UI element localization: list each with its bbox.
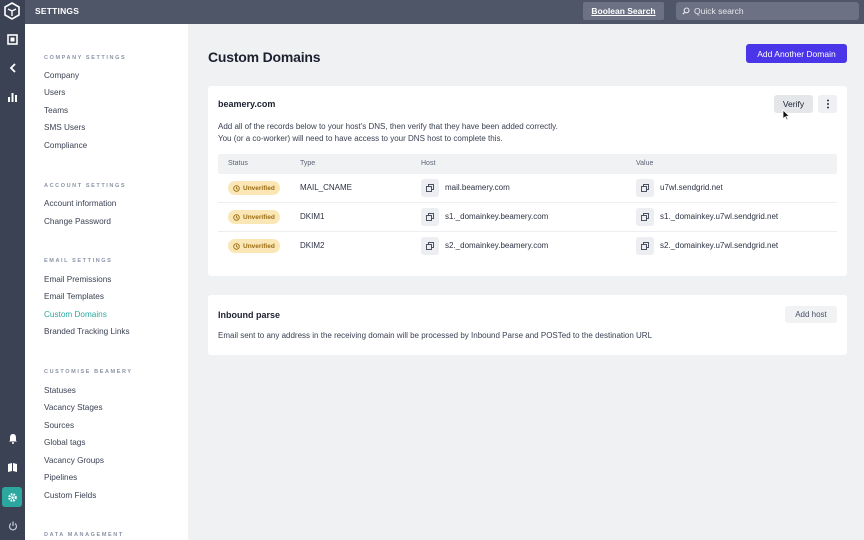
instructions-line-2: You (or a co-worker) will need to have a…	[218, 134, 503, 143]
section-title-company-settings: COMPANY SETTINGS	[44, 55, 127, 61]
sidebar-item-statuses[interactable]: Statuses	[44, 386, 76, 395]
analytics-button[interactable]	[0, 85, 25, 110]
status-badge: Unverified	[228, 239, 280, 253]
more-options-button[interactable]	[818, 95, 837, 113]
record-type: DKIM2	[300, 241, 325, 250]
copy-icon	[426, 184, 434, 192]
status-badge: Unverified	[228, 210, 280, 224]
quick-search-box[interactable]	[676, 2, 859, 20]
copy-value-button[interactable]	[636, 208, 654, 226]
logout-button[interactable]	[0, 513, 25, 538]
quick-search-input[interactable]	[694, 6, 854, 16]
collapse-chevron-icon	[9, 62, 16, 73]
sidebar-item-users[interactable]: Users	[44, 88, 65, 97]
domain-name: beamery.com	[218, 99, 276, 109]
clock-icon	[233, 184, 240, 192]
sidebar-item-vacancy-groups[interactable]: Vacancy Groups	[44, 456, 104, 465]
section-title-account-settings: ACCOUNT SETTINGS	[44, 183, 127, 189]
main-content: Custom Domains Add Another Domain beamer…	[188, 24, 864, 540]
power-icon	[8, 521, 17, 530]
clock-icon	[233, 242, 240, 250]
sidebar-item-custom-fields[interactable]: Custom Fields	[44, 491, 96, 500]
record-type: DKIM1	[300, 212, 325, 221]
add-host-button[interactable]: Add host	[785, 306, 837, 323]
copy-icon	[641, 242, 649, 250]
more-vertical-icon	[826, 99, 829, 109]
column-status: Status	[228, 160, 248, 167]
record-host: mail.beamery.com	[445, 183, 510, 192]
sidebar-item-email-premissions[interactable]: Email Premissions	[44, 275, 111, 284]
collapse-button[interactable]	[0, 55, 25, 80]
sidebar-item-change-password[interactable]: Change Password	[44, 217, 111, 226]
column-host: Host	[421, 160, 436, 167]
sidebar-item-vacancy-stages[interactable]: Vacancy Stages	[44, 403, 103, 412]
gear-icon	[7, 492, 17, 502]
table-row: Unverified DKIM1 s1._domainkey.beamery.c…	[218, 203, 837, 232]
sidebar-item-sms-users[interactable]: SMS Users	[44, 123, 85, 132]
sidebar-item-custom-domains[interactable]: Custom Domains	[44, 310, 107, 319]
clock-icon	[233, 213, 240, 221]
book-icon	[8, 462, 17, 472]
inbound-parse-card: Inbound parse Add host Email sent to any…	[208, 295, 847, 355]
section-title-customise-beamery: CUSTOMISE BEAMERY	[44, 369, 133, 375]
sidebar-item-global-tags[interactable]: Global tags	[44, 438, 85, 447]
copy-host-button[interactable]	[421, 237, 439, 255]
app-rail	[0, 0, 25, 540]
page-section-title: SETTINGS	[35, 6, 80, 16]
table-row: Unverified DKIM2 s2._domainkey.beamery.c…	[218, 232, 837, 261]
copy-icon	[426, 213, 434, 221]
sidebar-item-compliance[interactable]: Compliance	[44, 141, 87, 150]
copy-icon	[641, 213, 649, 221]
top-bar: SETTINGS Boolean Search	[25, 0, 864, 24]
sidebar-item-company[interactable]: Company	[44, 71, 79, 80]
record-value: s2._domainkey.u7wl.sendgrid.net	[660, 241, 779, 250]
sidebar-item-teams[interactable]: Teams	[44, 106, 68, 115]
inbound-parse-title: Inbound parse	[218, 310, 281, 320]
pointer-cursor-icon	[782, 109, 790, 121]
boolean-search-button[interactable]: Boolean Search	[583, 2, 664, 20]
sidebar-item-email-templates[interactable]: Email Templates	[44, 292, 104, 301]
status-text: Unverified	[243, 184, 275, 192]
bell-icon	[8, 434, 17, 444]
copy-host-button[interactable]	[421, 208, 439, 226]
inbound-parse-description: Email sent to any address in the receivi…	[218, 331, 653, 340]
domain-card: beamery.com Verify Add all of the record…	[208, 86, 847, 276]
sidebar-item-branded-tracking-links[interactable]: Branded Tracking Links	[44, 327, 130, 336]
instructions-line-1: Add all of the records below to your hos…	[218, 122, 558, 131]
copy-icon	[426, 242, 434, 250]
copy-value-button[interactable]	[636, 179, 654, 197]
section-title-email-settings: EMAIL SETTINGS	[44, 258, 113, 264]
page-title: Custom Domains	[208, 49, 321, 65]
record-value: s1._domainkey.u7wl.sendgrid.net	[660, 212, 779, 221]
sidebar-item-account-information[interactable]: Account information	[44, 199, 116, 208]
add-another-domain-button[interactable]: Add Another Domain	[746, 44, 847, 63]
dashboard-icon	[7, 34, 18, 45]
sidebar-item-pipelines[interactable]: Pipelines	[44, 473, 77, 482]
dashboard-button[interactable]	[0, 27, 25, 52]
notifications-button[interactable]	[0, 426, 25, 451]
column-value: Value	[636, 160, 654, 167]
status-text: Unverified	[243, 213, 275, 221]
table-row: Unverified MAIL_CNAME mail.beamery.com u…	[218, 174, 837, 203]
status-badge: Unverified	[228, 181, 280, 195]
record-host: s2._domainkey.beamery.com	[445, 241, 549, 250]
settings-sidebar: COMPANY SETTINGS Company Users Teams SMS…	[25, 24, 188, 540]
section-title-data-management: DATA MANAGEMENT	[44, 532, 124, 538]
settings-button[interactable]	[2, 487, 22, 507]
record-value: u7wl.sendgrid.net	[660, 183, 723, 192]
bar-chart-icon	[8, 93, 17, 102]
record-host: s1._domainkey.beamery.com	[445, 212, 549, 221]
verify-button[interactable]: Verify	[774, 95, 813, 113]
beamery-logo-icon[interactable]	[3, 2, 21, 20]
sidebar-item-sources[interactable]: Sources	[44, 421, 74, 430]
search-icon	[682, 7, 690, 15]
copy-host-button[interactable]	[421, 179, 439, 197]
copy-value-button[interactable]	[636, 237, 654, 255]
copy-icon	[641, 184, 649, 192]
dns-table-header: Status Type Host Value	[218, 154, 837, 174]
record-type: MAIL_CNAME	[300, 183, 353, 192]
column-type: Type	[300, 160, 316, 167]
status-text: Unverified	[243, 242, 275, 250]
help-button[interactable]	[0, 454, 25, 479]
